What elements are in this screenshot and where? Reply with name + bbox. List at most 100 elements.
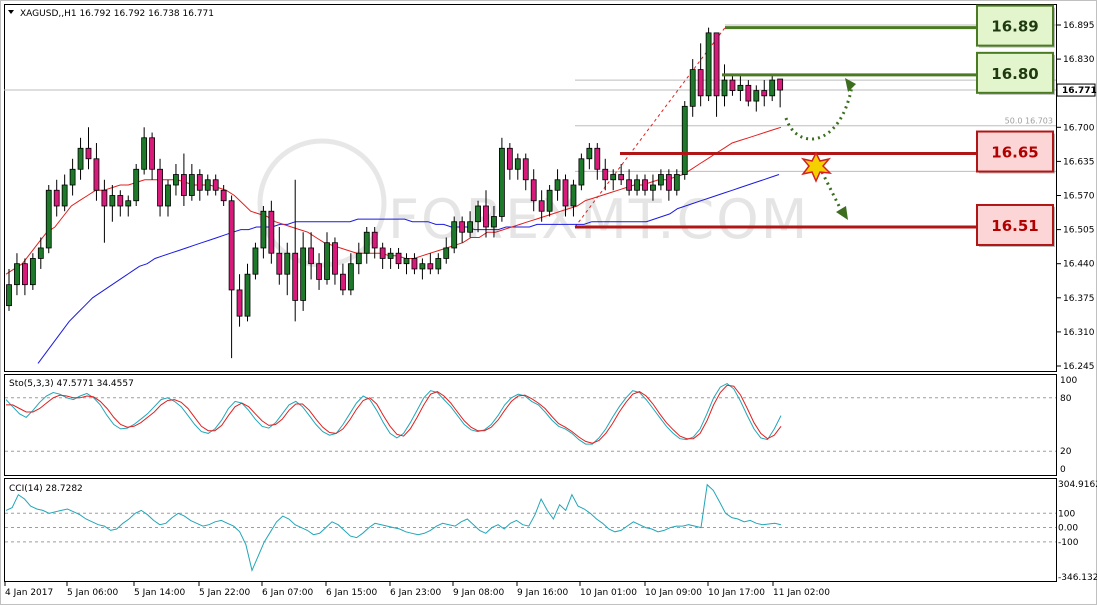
candle-body [498,147,505,217]
candle-body [634,179,640,191]
candle-body [395,252,402,265]
candle-body [586,147,593,160]
cci-tick-label: 0.00 [1058,524,1078,534]
candle-body [93,158,100,191]
candle-body [149,137,156,170]
level-label: 16.51 [991,217,1038,235]
candle-body [443,247,450,259]
candle [681,101,688,180]
candle-body [252,247,259,275]
candle-body [45,189,52,249]
candle-body [610,174,617,181]
candle [451,216,458,254]
candle-body [594,147,601,170]
candle-body [769,79,776,97]
candle-body [459,221,466,233]
candle-body [753,90,760,102]
candle-body [451,221,458,249]
candle-body [419,263,426,270]
candle-body [570,184,577,207]
candle [133,164,140,206]
candle-body [371,231,378,249]
time-tick-label: 5 Jan 06:00 [67,588,119,598]
candle-body [117,195,124,207]
price-tick-label: 16.700 [1063,123,1095,133]
candle-body [713,32,720,97]
candle-body [308,247,315,265]
cci-tick-label: 304.9162 [1058,480,1097,490]
sto-header-label: Sto(5,3,3) 47.5771 34.4557 [9,379,134,389]
sto-tick-label: 20 [1060,447,1072,457]
candle-body [276,252,283,275]
candle-body [180,174,187,196]
level-label: 16.65 [991,144,1038,162]
candle-body [363,231,370,254]
candle-body [53,189,60,207]
candle-body [29,258,36,286]
candle-body [188,174,195,196]
candle-body [332,242,338,275]
candle-body [761,90,768,97]
candle-body [212,179,219,191]
candle [498,137,505,222]
candle-body [387,252,394,259]
candle-body [85,147,92,160]
candle-body [347,263,354,291]
candle-body [339,273,346,291]
cci-tick-label: -100 [1058,538,1079,548]
candle-body [530,179,537,202]
candle-body [236,289,243,317]
candle-body [665,174,672,191]
candle-body [6,284,12,307]
candle-body [125,200,132,207]
time-tick-label: 6 Jan 07:00 [262,588,314,598]
time-tick-label: 5 Jan 22:00 [199,588,251,598]
candle-body [745,84,752,102]
candle-body [618,174,625,181]
candle-body [658,174,664,186]
candle-body [220,189,227,202]
candle-body [77,147,84,170]
candle-body [626,179,632,191]
candle-body [284,252,291,275]
current-price-label: 16.771 [1062,86,1097,96]
candle-body [69,168,76,186]
candle-body [642,179,648,191]
candle-body [173,174,179,186]
chart-root: FOREXMT.COM XAGUSD,,H1 16.792 16.792 16.… [0,0,1097,605]
time-tick-label: 9 Jan 16:00 [517,588,569,598]
candle-body [268,210,275,254]
candle [252,242,259,280]
candle-body [729,79,736,91]
price-tick-label: 16.310 [1063,328,1095,338]
candle-body [157,168,163,207]
candle-body [673,174,680,191]
candle-body [403,258,410,265]
candle-body [562,179,569,207]
time-tick-label: 9 Jan 08:00 [453,588,505,598]
candle-body [435,258,442,270]
candle [45,185,52,254]
sto-tick-label: 100 [1060,376,1077,386]
candle-body [475,205,481,223]
candle [705,27,712,102]
cci-tick-label: -346.1327 [1058,573,1097,583]
candle-body [467,221,474,233]
candle-body [689,69,696,107]
candle [29,253,36,290]
price-tick-label: 16.505 [1063,226,1095,236]
candle-body [165,184,171,207]
sto-tick-label: 0 [1060,465,1066,475]
candle-body [697,69,704,97]
chart-header-symbol: XAGUSD,,H1 16.792 16.792 16.738 16.771 [20,9,214,19]
price-tick-label: 16.245 [1063,362,1095,372]
time-tick-label: 4 Jan 2017 [5,588,53,598]
candle-body [483,205,489,228]
time-tick-label: 10 Jan 17:00 [708,588,765,598]
price-tick-label: 16.895 [1063,21,1095,31]
candle-body [109,195,116,207]
candle-body [14,263,20,286]
cci-tick-label: 100 [1058,509,1075,519]
candle-body [141,137,148,170]
time-tick-label: 11 Jan 02:00 [773,588,830,598]
